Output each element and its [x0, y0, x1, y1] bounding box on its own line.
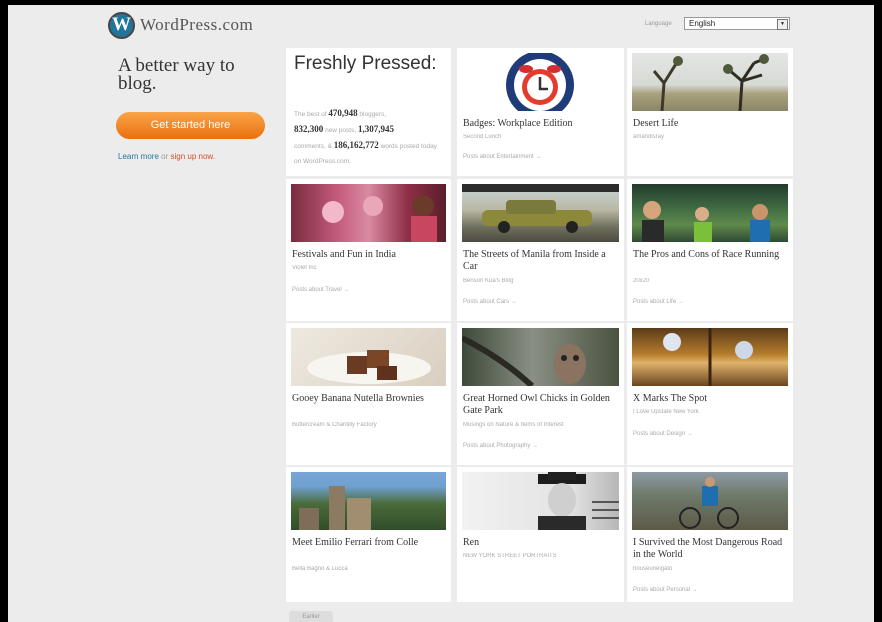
- post-author[interactable]: Buttercream & Chantilly Factory: [292, 422, 447, 428]
- dropdown-arrow-icon: ▼: [777, 19, 788, 30]
- post-author[interactable]: Violet Inc: [292, 265, 447, 271]
- post-title[interactable]: Festivals and Fun in India: [292, 249, 447, 261]
- post-title[interactable]: X Marks The Spot: [633, 393, 789, 405]
- sign-up-link[interactable]: sign up now.: [171, 152, 215, 161]
- post-title[interactable]: Great Horned Owl Chicks in Golden Gate P…: [463, 393, 620, 417]
- stats-text: new posts,: [325, 127, 357, 134]
- post-thumbnail[interactable]: [632, 328, 788, 386]
- post-topic-link[interactable]: Posts about Life →: [633, 299, 684, 305]
- post-thumbnail[interactable]: [291, 184, 446, 242]
- post-card[interactable]: The Streets of Manila from Inside a Car …: [457, 179, 624, 321]
- posts-count: 832,300: [294, 124, 324, 134]
- post-author[interactable]: I Love Upstate New York: [633, 409, 789, 415]
- race-runners-photo: [642, 201, 770, 242]
- festival-photo: [322, 195, 437, 242]
- post-thumbnail[interactable]: [462, 472, 619, 530]
- post-title[interactable]: The Streets of Manila from Inside a Car: [463, 249, 620, 273]
- site-stats: The best of 470,948 bloggers, 832,300 ne…: [294, 106, 444, 169]
- post-topic-link[interactable]: Posts about Cars →: [463, 299, 517, 305]
- or-text: or: [161, 152, 169, 161]
- post-author[interactable]: 20x20: [633, 278, 789, 284]
- post-thumbnail[interactable]: [632, 472, 788, 530]
- post-card[interactable]: I Survived the Most Dangerous Road in th…: [627, 467, 793, 602]
- learn-links: Learn more or sign up now.: [118, 152, 215, 161]
- architecture-photo: [663, 328, 753, 386]
- learn-more-link[interactable]: Learn more: [118, 152, 159, 161]
- portrait-photo: [538, 472, 619, 530]
- post-title[interactable]: Desert Life: [633, 118, 789, 130]
- post-author[interactable]: houseuneigato: [633, 566, 789, 572]
- post-thumbnail[interactable]: [291, 328, 446, 386]
- post-card[interactable]: The Pros and Cons of Race Running 20x20 …: [627, 179, 793, 321]
- post-thumbnail[interactable]: [462, 53, 619, 111]
- car-photo: [462, 184, 619, 233]
- post-card[interactable]: Desert Life amandisray: [627, 48, 793, 176]
- post-thumbnail[interactable]: [291, 472, 446, 530]
- language-value: English: [689, 19, 716, 28]
- post-topic-link[interactable]: Posts about Design →: [633, 431, 693, 437]
- post-author[interactable]: Bella Bagno & Lucca: [292, 566, 447, 572]
- post-author[interactable]: Musings on Nature & Items of Interest: [463, 422, 620, 428]
- post-topic-link[interactable]: Posts about Entertainment →: [463, 154, 541, 160]
- post-title[interactable]: Meet Emilio Ferrari from Colle: [292, 537, 447, 549]
- get-started-button[interactable]: Get started here: [116, 112, 265, 139]
- post-thumbnail[interactable]: [462, 328, 619, 386]
- post-thumbnail[interactable]: [632, 184, 788, 242]
- language-label: Language: [645, 21, 672, 27]
- stats-text: The best of: [294, 111, 327, 118]
- comments-count: 1,307,945: [357, 124, 394, 134]
- post-author[interactable]: Benson Kua's Blog: [463, 278, 620, 284]
- post-topic-link[interactable]: Posts about Travel →: [292, 287, 349, 293]
- post-card[interactable]: Festivals and Fun in India Violet Inc Po…: [286, 179, 451, 321]
- post-author[interactable]: NEW YORK STREET PORTRAITS: [463, 553, 620, 559]
- post-card[interactable]: X Marks The Spot I Love Upstate New York…: [627, 323, 793, 465]
- tagline: A better way to blog.: [118, 55, 235, 94]
- post-title[interactable]: Ren: [463, 537, 620, 549]
- post-title[interactable]: The Pros and Cons of Race Running: [633, 249, 789, 261]
- post-title[interactable]: Badges: Workplace Edition: [463, 118, 620, 130]
- logo-wordmark: WordPress.com: [140, 15, 254, 34]
- words-count: 186,162,772: [333, 140, 379, 150]
- post-card[interactable]: Gooey Banana Nutella Brownies Buttercrea…: [286, 323, 451, 465]
- freshly-pressed-panel: Freshly Pressed: The best of 470,948 blo…: [286, 48, 451, 176]
- owl-photo: [462, 335, 586, 386]
- page: W WordPress.com Language English ▼ A bet…: [8, 5, 874, 622]
- post-thumbnail[interactable]: [632, 53, 788, 111]
- post-topic-link[interactable]: Posts about Personal →: [633, 587, 698, 593]
- post-card[interactable]: Great Horned Owl Chicks in Golden Gate P…: [457, 323, 624, 465]
- italian-village-photo: [299, 486, 371, 530]
- wordpress-logo-icon: W: [108, 11, 135, 39]
- post-card[interactable]: Meet Emilio Ferrari from Colle Bella Bag…: [286, 467, 451, 602]
- post-author[interactable]: amandisray: [633, 134, 789, 140]
- post-title[interactable]: Gooey Banana Nutella Brownies: [292, 393, 447, 405]
- post-card[interactable]: Ren NEW YORK STREET PORTRAITS: [457, 467, 624, 602]
- post-title[interactable]: I Survived the Most Dangerous Road in th…: [633, 537, 789, 561]
- wordpress-logo[interactable]: W WordPress.com: [108, 10, 253, 40]
- stats-text: bloggers,: [359, 111, 387, 118]
- language-select[interactable]: English ▼: [684, 17, 790, 30]
- freshly-pressed-title: Freshly Pressed:: [294, 53, 437, 74]
- post-card[interactable]: Badges: Workplace Edition Second Lunch P…: [457, 48, 624, 176]
- post-thumbnail[interactable]: [462, 184, 619, 242]
- joshua-tree-icon: [652, 54, 769, 111]
- post-author[interactable]: Second Lunch: [463, 134, 620, 140]
- earlier-button[interactable]: Earlier: [289, 611, 333, 622]
- stats-text: comments, &: [294, 143, 332, 150]
- alarm-clock-icon: [506, 53, 574, 111]
- cyclist-photo: [679, 477, 739, 529]
- bloggers-count: 470,948: [328, 108, 358, 118]
- post-topic-link[interactable]: Posts about Photography →: [463, 443, 538, 449]
- brownies-photo: [307, 350, 431, 384]
